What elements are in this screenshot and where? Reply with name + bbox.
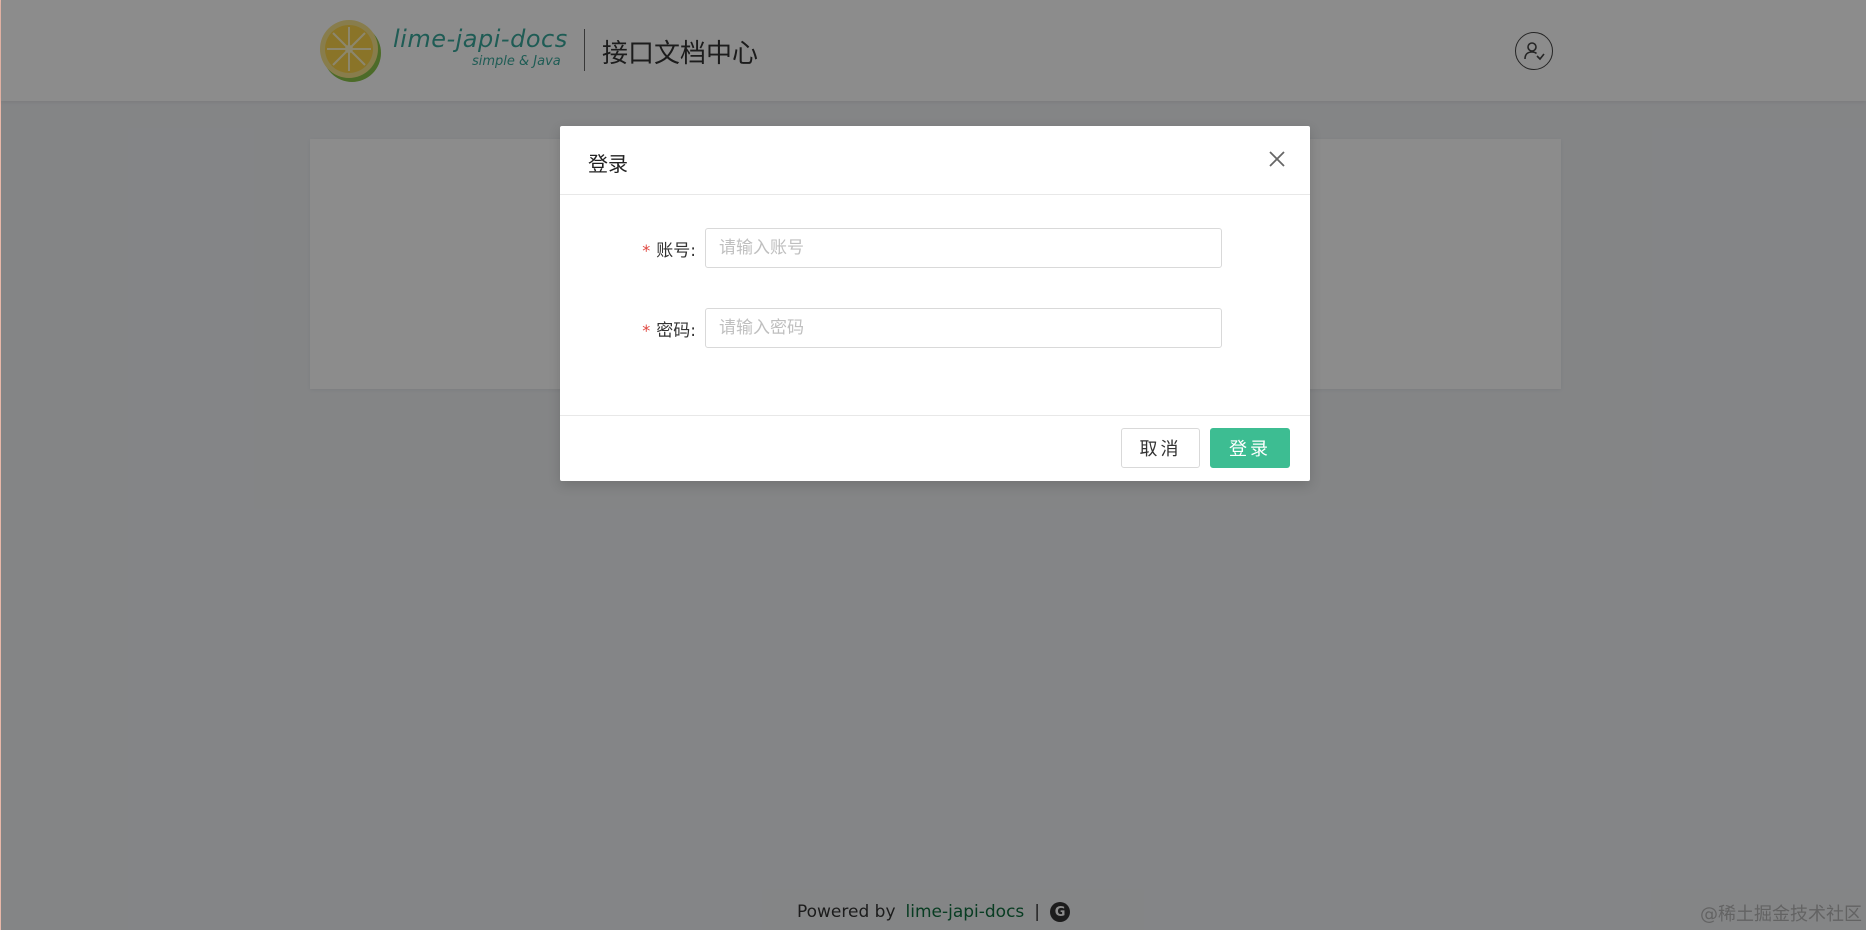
login-modal: 登录 * 账号: * 密码: 取消 登录 [560, 126, 1310, 481]
account-label: * 账号: [642, 236, 696, 261]
modal-footer: 取消 登录 [560, 415, 1310, 481]
required-mark: * [642, 241, 651, 260]
login-button[interactable]: 登录 [1210, 428, 1290, 468]
modal-title: 登录 [588, 152, 628, 176]
password-label: * 密码: [642, 316, 696, 341]
account-label-text: 账号: [656, 241, 696, 261]
cancel-button[interactable]: 取消 [1121, 428, 1200, 468]
password-label-text: 密码: [656, 321, 696, 341]
close-icon[interactable] [1266, 148, 1288, 170]
modal-header: 登录 [560, 126, 1310, 195]
form-row-account: * 账号: [560, 228, 1310, 268]
required-mark: * [642, 321, 651, 340]
password-input[interactable] [705, 308, 1222, 348]
page: lime-japi-docs simple & Java 接口文档中心 Powe… [0, 0, 1866, 930]
account-input[interactable] [705, 228, 1222, 268]
form-row-password: * 密码: [560, 308, 1310, 348]
